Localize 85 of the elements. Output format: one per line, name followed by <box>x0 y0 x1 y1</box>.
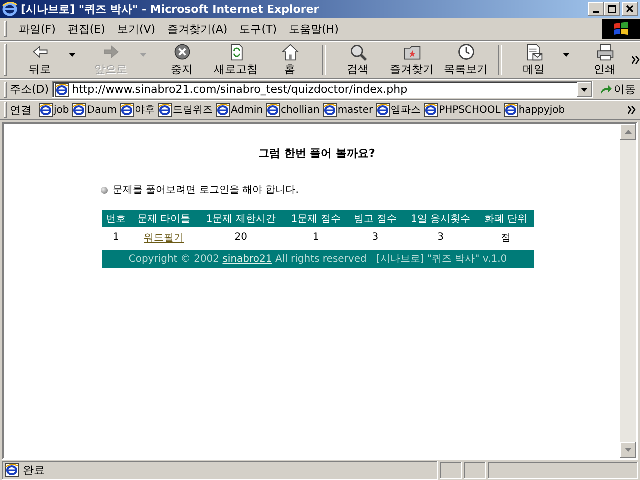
menu-item[interactable]: 즐겨찾기(A) <box>162 20 234 38</box>
address-label: 주소(D) <box>10 82 50 97</box>
link-button[interactable]: Admin <box>216 103 264 117</box>
column-header: 번호 <box>102 210 130 227</box>
table-cell: 20 <box>198 227 284 248</box>
minimize-button[interactable] <box>588 2 604 16</box>
table-cell: 점 <box>478 227 534 248</box>
links-label: 연결 <box>10 102 32 118</box>
clock-icon <box>456 43 476 62</box>
link-button[interactable]: happyjob <box>504 103 566 117</box>
browser-page-icon <box>39 103 53 117</box>
toolbar-button[interactable]: 목록보기 <box>439 42 493 78</box>
table-cell: 1 <box>102 227 130 248</box>
go-button[interactable]: 이동 <box>596 82 640 97</box>
link-button[interactable]: 드림위즈 <box>158 103 214 117</box>
copyright-footer: Copyright © 2002 sinabro21 All rights reserved [시나브로] "퀴즈 박사" v.1.0 <box>102 250 534 268</box>
table-cell: 3 <box>403 227 478 248</box>
browser-page-icon <box>120 103 134 117</box>
printer-icon <box>594 43 616 62</box>
maximize-icon <box>608 5 616 13</box>
status-pane <box>440 462 462 478</box>
toolbar-button[interactable]: 메일 <box>507 42 561 78</box>
dropdown-button[interactable] <box>577 82 592 97</box>
browser-page-icon <box>322 103 337 117</box>
toolbar-button[interactable]: 즐겨찾기 <box>385 42 439 78</box>
window-title: [시나브로] "퀴즈 박사" - Microsoft Internet Explorer <box>21 2 320 16</box>
link-button[interactable]: 야후 <box>120 103 156 117</box>
status-text: 완료 <box>23 462 45 478</box>
browser-page-icon <box>266 103 280 117</box>
column-header: 문제 타이틀 <box>130 210 198 227</box>
toolbar-button[interactable]: 인쇄 <box>578 42 632 78</box>
folder-icon <box>402 43 422 62</box>
bullet-icon <box>101 186 108 194</box>
link-button[interactable]: job <box>39 103 70 117</box>
column-header: 1일 응시횟수 <box>403 210 478 227</box>
flag-icon <box>613 22 629 36</box>
link-button[interactable]: PHPSCHOOL <box>424 103 501 117</box>
browser-page-icon <box>158 103 172 117</box>
status-pane <box>464 462 486 478</box>
link-button[interactable]: master <box>322 103 374 117</box>
caret-icon[interactable] <box>563 53 570 57</box>
house-icon <box>280 43 300 62</box>
login-notice: 문제를 풀어보려면 로그인을 해야 합니다. <box>113 184 299 197</box>
menu-item[interactable]: 도구(T) <box>234 20 283 38</box>
browser-page-icon <box>424 103 438 117</box>
browser-page-icon <box>55 82 70 96</box>
chevron-icon[interactable] <box>632 56 640 64</box>
column-header: 화폐 단위 <box>478 210 534 227</box>
menu-item[interactable]: 보기(V) <box>111 20 162 38</box>
menu-item[interactable]: 편집(E) <box>62 20 112 38</box>
browser-page-icon <box>216 103 230 117</box>
browser-page-icon <box>504 103 518 117</box>
browser-page-icon <box>5 463 19 477</box>
menu-item[interactable]: 파일(F) <box>13 20 62 38</box>
close-icon <box>626 5 634 13</box>
table-cell: 3 <box>348 227 404 248</box>
column-header: 빙고 점수 <box>348 210 404 227</box>
go-arrow-icon <box>600 84 612 96</box>
toolbar-button[interactable]: 검색 <box>331 42 385 78</box>
link-button[interactable]: chollian <box>266 103 320 117</box>
menu-item[interactable]: 도움말(H) <box>283 20 345 38</box>
down-arrow-icon[interactable] <box>624 448 632 452</box>
table-cell: 1 <box>284 227 348 248</box>
up-arrow-icon[interactable] <box>624 130 632 134</box>
address-field[interactable]: http://www.sinabro21.com/sinabro_test/quizdoctor/index.php <box>52 81 593 98</box>
toolbar-button[interactable]: 홈 <box>263 42 317 78</box>
quiz-title-link[interactable]: 워드필기 <box>144 232 184 244</box>
browser-page-icon <box>72 103 86 117</box>
chevron-icon[interactable] <box>628 106 636 114</box>
browser-logo-icon <box>2 1 18 17</box>
toolbar-button[interactable]: 뒤로 <box>13 42 67 78</box>
link-button[interactable]: Daum <box>72 103 118 117</box>
page-heading: 그럼 한번 풀어 볼까요? <box>258 146 376 161</box>
maximize-button[interactable] <box>604 2 620 16</box>
caret-icon <box>581 88 588 92</box>
caret-icon[interactable] <box>69 53 76 57</box>
link-button[interactable]: 엠파스 <box>376 103 422 117</box>
toolbar-button[interactable]: 새로고침 <box>209 42 263 78</box>
close-button[interactable] <box>622 2 638 16</box>
toolbar-button[interactable]: 중지 <box>155 42 209 78</box>
browser-page-icon <box>376 103 390 117</box>
vertical-scrollbar[interactable] <box>620 124 636 458</box>
column-header: 1문제 제한시간 <box>198 210 284 227</box>
site-link[interactable]: sinabro21 <box>222 254 272 264</box>
column-header: 1문제 점수 <box>284 210 348 227</box>
